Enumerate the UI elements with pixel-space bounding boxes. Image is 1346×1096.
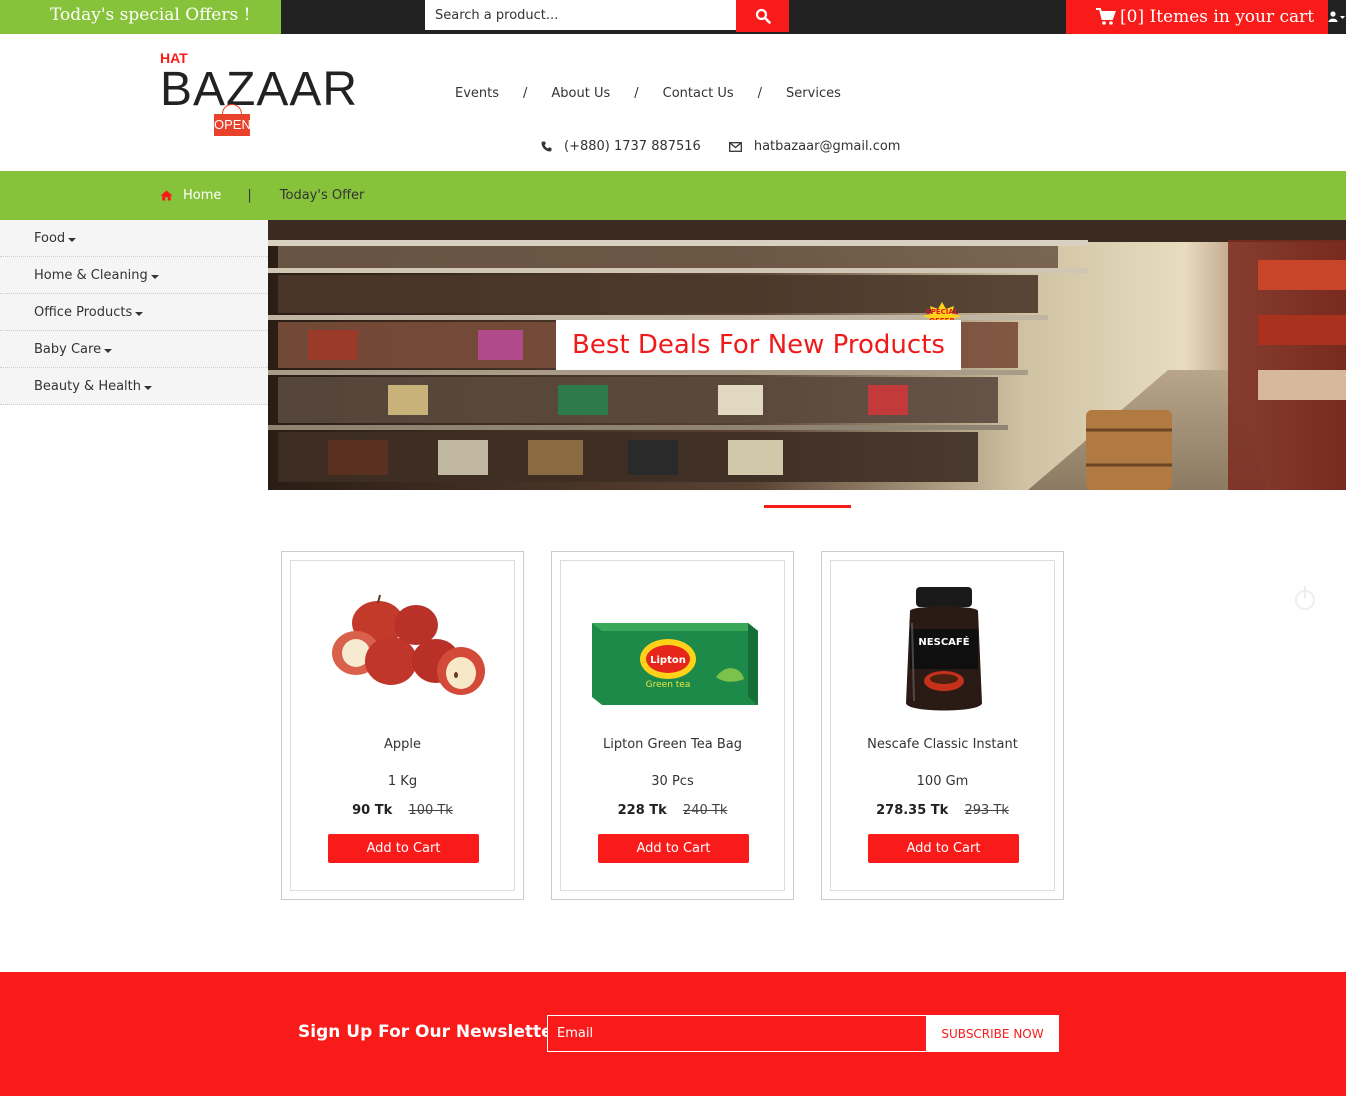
old-price: 100 Tk (408, 803, 453, 818)
sidebar-item-home-cleaning[interactable]: Home & Cleaning (0, 257, 268, 294)
caret-down-icon (135, 311, 144, 316)
breadcrumb-separator: | (247, 188, 252, 203)
lipton-brand: Lipton (650, 655, 686, 666)
product-name[interactable]: Lipton Green Tea Bag (561, 737, 784, 752)
caret-down-icon (150, 274, 159, 279)
envelope-icon (728, 141, 742, 152)
add-to-cart-button[interactable]: Add to Cart (328, 834, 479, 863)
nav-separator: / (757, 86, 763, 101)
phone-number: (+880) 1737 887516 (564, 139, 701, 154)
product-image-apple[interactable] (316, 583, 491, 718)
product-card-apple: Apple 1 Kg 90 Tk 100 Tk Add to Cart (281, 551, 524, 900)
sidebar-item-baby-care[interactable]: Baby Care (0, 331, 268, 368)
product-card-lipton: Lipton Green tea Lipton Green Tea Bag 30… (551, 551, 794, 900)
product-name[interactable]: Nescafe Classic Instant (831, 737, 1054, 752)
current-price: 228 Tk (617, 803, 667, 818)
product-price: 90 Tk 100 Tk (291, 803, 514, 818)
section-divider (764, 505, 851, 508)
product-quantity: 100 Gm (916, 774, 969, 789)
nav-events[interactable]: Events (455, 86, 499, 101)
breadcrumb-home[interactable]: Home (160, 188, 221, 203)
breadcrumb-home-label: Home (183, 188, 222, 203)
pointer-icon (1295, 586, 1315, 610)
subscribe-button[interactable]: SUBSCRIBE NOW (926, 1015, 1059, 1052)
current-price: 278.35 Tk (876, 803, 949, 818)
nav-services[interactable]: Services (786, 86, 841, 101)
old-price: 293 Tk (964, 803, 1009, 818)
sidebar-item-label: Beauty & Health (34, 378, 142, 394)
scroll-widget[interactable] (1293, 584, 1317, 612)
nav-separator: / (634, 86, 639, 101)
banner-caption: Best Deals For New Products (556, 320, 961, 370)
product-name[interactable]: Apple (291, 737, 514, 752)
phone-icon (541, 141, 552, 152)
add-to-cart-button[interactable]: Add to Cart (868, 834, 1019, 863)
product-image-nescafe[interactable]: NESCAFÉ (856, 583, 1031, 718)
email-address[interactable]: hatbazaar@gmail.com (754, 139, 901, 154)
search-icon (755, 8, 771, 24)
product-card-inner: Apple 1 Kg 90 Tk 100 Tk Add to Cart (290, 560, 515, 891)
contact-info: (+880) 1737 887516 hatbazaar@gmail.com (541, 139, 900, 154)
current-price: 90 Tk (352, 803, 393, 818)
product-quantity: 30 Pcs (651, 774, 694, 789)
user-menu[interactable] (1328, 0, 1346, 34)
product-card-nescafe: NESCAFÉ Nescafe Classic Instant 100 Gm 2… (821, 551, 1064, 900)
sidebar-item-beauty-health[interactable]: Beauty & Health (0, 368, 268, 405)
lipton-subtitle: Green tea (646, 680, 691, 690)
newsletter-title: Sign Up For Our Newsletter (298, 1022, 562, 1042)
breadcrumb: Home | Today's Offer (160, 188, 364, 203)
sidebar-item-food[interactable]: Food (0, 220, 268, 257)
sidebar-item-office-products[interactable]: Office Products (0, 294, 268, 331)
svg-text:SPECIAL: SPECIAL (926, 308, 959, 316)
sidebar-item-label: Food (34, 230, 66, 246)
sidebar-item-label: Home & Cleaning (34, 267, 148, 283)
phone-info: (+880) 1737 887516 (541, 139, 701, 154)
cart-label: [0] Itemes in your cart (1120, 7, 1315, 27)
cart-icon (1096, 8, 1116, 25)
nav-contact-us[interactable]: Contact Us (663, 86, 734, 101)
product-quantity: 1 Kg (387, 774, 418, 789)
special-offers-link[interactable]: Today's special Offers ! (0, 0, 281, 34)
cart-button[interactable]: [0] Itemes in your cart (1066, 0, 1328, 34)
search-input[interactable] (425, 0, 736, 30)
main-nav: Events / About Us / Contact Us / Service… (455, 86, 841, 101)
caret-down-icon (68, 237, 77, 242)
caret-down-icon (144, 385, 153, 390)
product-card-inner: NESCAFÉ Nescafe Classic Instant 100 Gm 2… (830, 560, 1055, 891)
newsletter-email-input[interactable] (547, 1015, 927, 1052)
email-info: hatbazaar@gmail.com (728, 139, 901, 154)
caret-down-icon (104, 348, 113, 353)
logo-main-text: BAZAAR (160, 63, 359, 116)
breadcrumb-current[interactable]: Today's Offer (280, 188, 365, 203)
old-price: 240 Tk (682, 803, 728, 818)
sidebar-item-label: Office Products (34, 304, 133, 320)
open-sign: OPEN (214, 114, 251, 136)
user-icon (1328, 11, 1345, 22)
category-sidebar: Food Home & Cleaning Office Products Bab… (0, 220, 268, 405)
product-image-lipton[interactable]: Lipton Green tea (586, 583, 761, 718)
nav-separator: / (523, 86, 528, 101)
home-icon (160, 190, 173, 201)
nescafe-brand: NESCAFÉ (918, 635, 969, 648)
product-price: 278.35 Tk 293 Tk (831, 803, 1054, 818)
sidebar-item-label: Baby Care (34, 341, 102, 357)
search-button[interactable] (736, 0, 789, 32)
site-logo[interactable]: HAT BAZAAR OPEN (160, 48, 360, 140)
nav-about-us[interactable]: About Us (551, 86, 610, 101)
product-price: 228 Tk 240 Tk (561, 803, 784, 818)
product-card-inner: Lipton Green tea Lipton Green Tea Bag 30… (560, 560, 785, 891)
add-to-cart-button[interactable]: Add to Cart (598, 834, 749, 863)
